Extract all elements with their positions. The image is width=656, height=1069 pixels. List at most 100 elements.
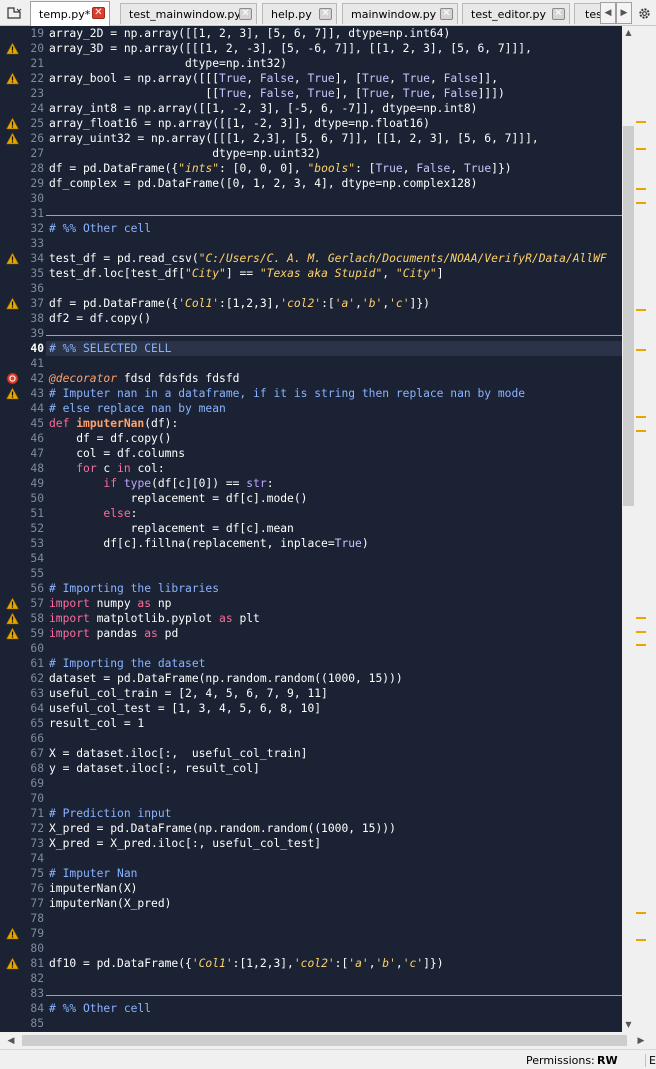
- vertical-scroll-thumb[interactable]: [623, 126, 634, 506]
- warning-marker[interactable]: [636, 349, 646, 352]
- code-line[interactable]: 35 test_df.loc[test_df["City"] == "Texas …: [0, 266, 622, 281]
- vertical-scrollbar[interactable]: ▲ ▼: [622, 26, 635, 1032]
- code-line[interactable]: 62 dataset = pd.DataFrame(np.random.rando…: [0, 671, 622, 686]
- warning-marker[interactable]: [636, 429, 646, 432]
- code-line[interactable]: 81 df10 = pd.DataFrame({'Col1':[1,2,3],'c…: [0, 956, 622, 971]
- overview-panel[interactable]: [635, 26, 656, 1032]
- code-line[interactable]: 77 imputerNan(X_pred): [0, 896, 622, 911]
- code-line[interactable]: 23 [[True, False, True], [True, True, Fa…: [0, 86, 622, 101]
- code-line[interactable]: 36: [0, 281, 622, 296]
- code-line[interactable]: 61 # Importing the dataset: [0, 656, 622, 671]
- options-button[interactable]: [633, 2, 655, 24]
- horizontal-scrollbar[interactable]: ◀ ▶: [0, 1032, 656, 1049]
- warning-marker[interactable]: [636, 912, 646, 914]
- close-tab-icon[interactable]: ✕: [239, 8, 252, 20]
- close-tab-icon[interactable]: ✕: [92, 7, 105, 19]
- code-line[interactable]: 76 imputerNan(X): [0, 881, 622, 896]
- code-line[interactable]: 66: [0, 731, 622, 746]
- code-line[interactable]: 32 # %% Other cell: [0, 221, 622, 236]
- code-line[interactable]: 21 dtype=np.int32): [0, 56, 622, 71]
- code-line[interactable]: 56 # Importing the libraries: [0, 581, 622, 596]
- code-line[interactable]: 45 def imputerNan(df):: [0, 416, 622, 431]
- code-line[interactable]: 19 array_2D = np.array([[1, 2, 3], [5, 6,…: [0, 26, 622, 41]
- code-line[interactable]: 83: [0, 986, 622, 1001]
- warning-marker[interactable]: [636, 121, 646, 124]
- code-line[interactable]: 79: [0, 926, 622, 941]
- scroll-right-icon[interactable]: ▶: [634, 1034, 648, 1047]
- code-line[interactable]: 84 # %% Other cell: [0, 1001, 622, 1016]
- code-line[interactable]: 51 else:: [0, 506, 622, 521]
- code-line[interactable]: 37 df = pd.DataFrame({'Col1':[1,2,3],'col…: [0, 296, 622, 311]
- code-line[interactable]: 41: [0, 356, 622, 371]
- tab-scroll-left-icon[interactable]: ◀: [600, 2, 616, 24]
- scroll-left-icon[interactable]: ◀: [4, 1034, 18, 1047]
- code-line[interactable]: 82: [0, 971, 622, 986]
- warning-marker[interactable]: [636, 630, 646, 633]
- code-line[interactable]: 24 array_int8 = np.array([[1, -2, 3], [-5…: [0, 101, 622, 116]
- code-line[interactable]: 80: [0, 941, 622, 956]
- code-line[interactable]: 22 array_bool = np.array([[[True, False, …: [0, 71, 622, 86]
- scroll-down-icon[interactable]: ▼: [622, 1018, 635, 1031]
- code-line[interactable]: 44 # else replace nan by mean: [0, 401, 622, 416]
- code-line[interactable]: 26 array_uint32 = np.array([[[1, 2,3], [5…: [0, 131, 622, 146]
- code-line[interactable]: 59 import pandas as pd: [0, 626, 622, 641]
- code-line[interactable]: 28 df = pd.DataFrame({"ints": [0, 0, 0], …: [0, 161, 622, 176]
- code-line[interactable]: 68 y = dataset.iloc[:, result_col]: [0, 761, 622, 776]
- code-line[interactable]: 39: [0, 326, 622, 341]
- code-line[interactable]: 53 df[c].fillna(replacement, inplace=Tru…: [0, 536, 622, 551]
- tab-mainwindow-py[interactable]: mainwindow.py ✕: [342, 3, 458, 24]
- warning-marker[interactable]: [636, 938, 646, 941]
- code-line[interactable]: 73 X_pred = X_pred.iloc[:, useful_col_tes…: [0, 836, 622, 851]
- warning-marker[interactable]: [636, 309, 646, 311]
- code-line[interactable]: 34 test_df = pd.read_csv("C:/Users/C. A. …: [0, 251, 622, 266]
- code-line[interactable]: 74: [0, 851, 622, 866]
- tab-test-editor-py[interactable]: test_editor.py ✕: [462, 3, 570, 24]
- code-line[interactable]: 30: [0, 191, 622, 206]
- close-tab-icon[interactable]: ✕: [319, 8, 332, 20]
- code-line[interactable]: 48 for c in col:: [0, 461, 622, 476]
- code-line[interactable]: 57 import numpy as np: [0, 596, 622, 611]
- warning-marker[interactable]: [636, 148, 646, 151]
- warning-marker[interactable]: [636, 644, 646, 646]
- code-line[interactable]: 85: [0, 1016, 622, 1031]
- code-line[interactable]: 20 array_3D = np.array([[[1, 2, -3], [5, …: [0, 41, 622, 56]
- code-line[interactable]: 78: [0, 911, 622, 926]
- code-line[interactable]: 46 df = df.copy(): [0, 431, 622, 446]
- code-line[interactable]: 47 col = df.columns: [0, 446, 622, 461]
- code-line[interactable]: 52 replacement = df[c].mean: [0, 521, 622, 536]
- code-line[interactable]: 67 X = dataset.iloc[:, useful_col_train]: [0, 746, 622, 761]
- scroll-up-icon[interactable]: ▲: [622, 26, 635, 39]
- code-line[interactable]: 70: [0, 791, 622, 806]
- warning-marker[interactable]: [636, 188, 646, 191]
- code-line[interactable]: 49 if type(df[c][0]) == str:: [0, 476, 622, 491]
- code-line[interactable]: 60: [0, 641, 622, 656]
- code-line[interactable]: 33: [0, 236, 622, 251]
- warning-marker[interactable]: [636, 201, 646, 204]
- horizontal-scroll-thumb[interactable]: [22, 1035, 627, 1046]
- tab-help-py[interactable]: help.py ✕: [262, 3, 337, 24]
- code-line[interactable]: 58 import matplotlib.pyplot as plt: [0, 611, 622, 626]
- code-line[interactable]: 55: [0, 566, 622, 581]
- code-line[interactable]: 50 replacement = df[c].mode(): [0, 491, 622, 506]
- warning-marker[interactable]: [636, 416, 646, 419]
- tab-test-mainwindow-py[interactable]: test_mainwindow.py ✕: [120, 3, 257, 24]
- code-line[interactable]: 29 df_complex = pd.DataFrame([0, 1, 2, 3,…: [0, 176, 622, 191]
- code-line[interactable]: 40 # %% SELECTED CELL: [0, 341, 622, 356]
- code-line[interactable]: 69: [0, 776, 622, 791]
- tab-temp-py[interactable]: temp.py* ✕: [30, 1, 110, 26]
- browse-tabs-button[interactable]: [2, 2, 26, 24]
- code-line[interactable]: 64 useful_col_test = [1, 3, 4, 5, 6, 8, 1…: [0, 701, 622, 716]
- close-tab-icon[interactable]: ✕: [440, 8, 453, 20]
- code-line[interactable]: 25 array_float16 = np.array([[1, -2, 3]],…: [0, 116, 622, 131]
- code-line[interactable]: 43 # Imputer nan in a dataframe, if it is…: [0, 386, 622, 401]
- code-line[interactable]: 42 @decorator fdsd fdsfds fdsfd: [0, 371, 622, 386]
- close-tab-icon[interactable]: ✕: [552, 8, 565, 20]
- code-line[interactable]: 63 useful_col_train = [2, 4, 5, 6, 7, 9, …: [0, 686, 622, 701]
- warning-marker[interactable]: [636, 617, 646, 620]
- code-line[interactable]: 65 result_col = 1: [0, 716, 622, 731]
- code-line[interactable]: 75 # Imputer Nan: [0, 866, 622, 881]
- code-line[interactable]: 31: [0, 206, 622, 221]
- code-line[interactable]: 71 # Prediction input: [0, 806, 622, 821]
- code-editor[interactable]: 19 array_2D = np.array([[1, 2, 3], [5, 6,…: [0, 26, 622, 1032]
- code-line[interactable]: 27 dtype=np.uint32): [0, 146, 622, 161]
